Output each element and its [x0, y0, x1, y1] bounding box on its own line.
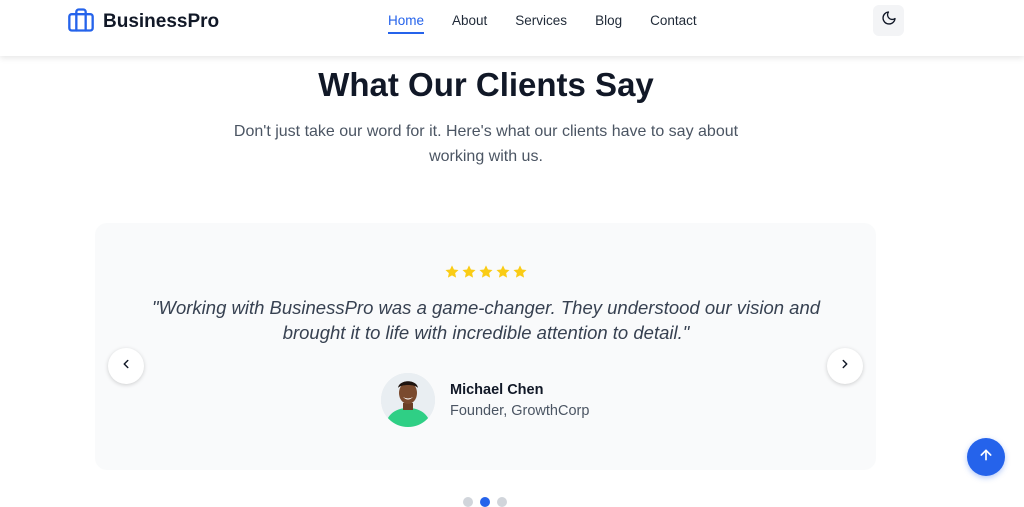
section-title: What Our Clients Say — [318, 66, 654, 103]
brand-logo[interactable]: BusinessPro — [67, 6, 220, 39]
carousel-dot[interactable] — [497, 497, 507, 507]
nav-services[interactable]: Services — [515, 12, 567, 34]
moon-icon — [881, 10, 897, 31]
next-testimonial-button[interactable] — [827, 348, 863, 384]
star-rating — [95, 264, 876, 285]
theme-toggle-button[interactable] — [873, 5, 904, 36]
carousel-dots — [463, 497, 507, 507]
star-icon — [495, 264, 511, 285]
star-icon — [512, 264, 528, 285]
nav-contact[interactable]: Contact — [650, 12, 697, 34]
brand-name: BusinessPro — [103, 11, 220, 32]
navbar: BusinessPro Home About Services Blog Con… — [0, 0, 1024, 56]
briefcase-icon — [67, 6, 95, 39]
star-icon — [461, 264, 477, 285]
main-nav: Home About Services Blog Contact — [388, 12, 725, 34]
testimonial-quote: "Working with BusinessPro was a game-cha… — [151, 297, 821, 343]
testimonial-card: "Working with BusinessPro was a game-cha… — [95, 223, 876, 470]
star-icon — [478, 264, 494, 285]
scroll-to-top-button[interactable] — [967, 438, 1005, 476]
testimonial-author: Michael Chen Founder, GrowthCorp — [381, 373, 641, 429]
nav-home[interactable]: Home — [388, 12, 425, 34]
carousel-dot-active[interactable] — [480, 497, 490, 507]
nav-blog[interactable]: Blog — [595, 12, 622, 34]
previous-testimonial-button[interactable] — [108, 348, 144, 384]
arrow-up-icon — [978, 447, 994, 468]
carousel-dot[interactable] — [463, 497, 473, 507]
nav-about[interactable]: About — [452, 12, 487, 34]
chevron-left-icon — [119, 357, 133, 376]
chevron-right-icon — [838, 357, 852, 376]
star-icon — [444, 264, 460, 285]
author-role: Founder, GrowthCorp — [450, 403, 590, 419]
avatar — [381, 373, 435, 427]
author-name: Michael Chen — [450, 382, 544, 398]
section-subtitle: Don't just take our word for it. Here's … — [233, 123, 739, 165]
